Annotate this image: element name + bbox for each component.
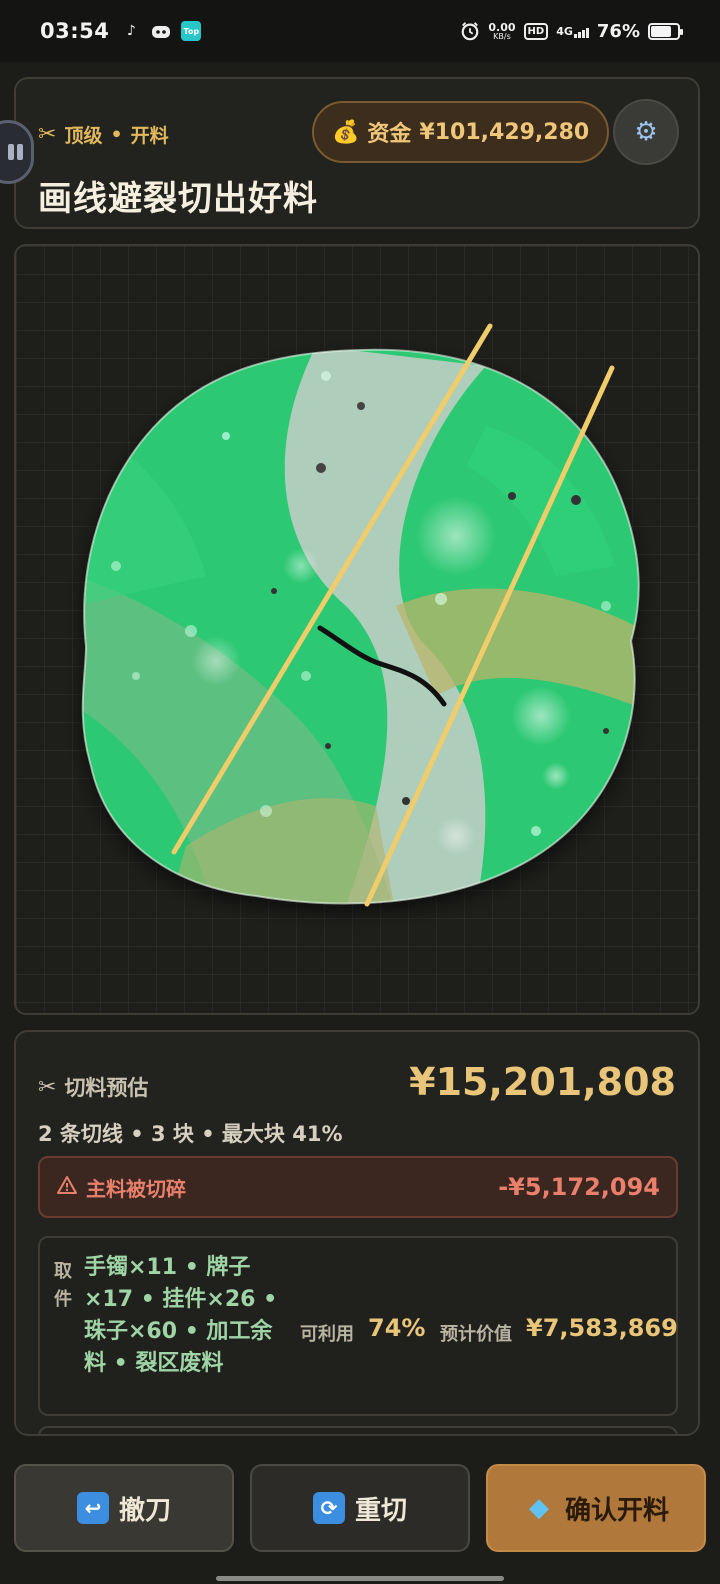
cutting-canvas[interactable] (14, 244, 700, 1015)
jade-stone-drawing (81, 323, 640, 907)
utilization-value: 74% (368, 1314, 426, 1342)
estimate-stats: 2 条切线 • 3 块 • 最大块 41% (38, 1122, 343, 1146)
undo-cut-button[interactable]: ↩ 撤刀 (14, 1464, 234, 1552)
game-controller-icon (151, 21, 171, 41)
level-label: 顶级 (64, 125, 103, 147)
cut-estimate-card: ✂ 切料预估 ¥15,201,808 2 条切线 • 3 块 • 最大块 41%… (14, 1030, 700, 1436)
battery-percent: 76% (596, 20, 640, 42)
scissors-icon: ✂ (38, 1074, 57, 1100)
status-bar: 03:54 ♪ Top 0.00 KB/s HD 4G 76% (0, 0, 720, 62)
warning-value: -¥5,172,094 (498, 1173, 660, 1201)
plan-items: 手镯×11 • 牌子×17 • 挂件×26 • 珠子×60 • 加工余料 • 裂… (84, 1255, 278, 1376)
battery-icon (648, 22, 683, 40)
signal-icon: 4G (556, 25, 589, 38)
money-bag-icon: 💰 (332, 119, 360, 145)
funds-value: ¥101,429,280 (419, 119, 590, 145)
refresh-icon: ⟳ (312, 1492, 345, 1524)
page-title: 画线避裂切出好料 (38, 179, 318, 219)
gear-icon: ⚙ (634, 117, 658, 147)
alarm-clock-icon (460, 21, 480, 41)
music-note-icon: ♪ (126, 23, 136, 39)
estimate-label: ✂ 切料预估 (38, 1074, 149, 1101)
plan-tag: 取件 (54, 1261, 72, 1310)
status-left-icons: ♪ Top (121, 21, 202, 41)
scissors-icon: ✂ (38, 122, 57, 147)
status-right-icons: 0.00 KB/s HD 4G 76% (460, 20, 683, 42)
network-speed: 0.00 KB/s (488, 20, 516, 41)
header-card: ✂ 顶级 • 开料 画线避裂切出好料 💰 资金 ¥101,429,280 ⚙ (14, 77, 700, 229)
recut-label: 重切 (354, 1495, 407, 1526)
gem-icon: ◆ (528, 1493, 549, 1523)
warning-label: 主料被切碎 (86, 1176, 186, 1201)
warning-banner: 主料被切碎 -¥5,172,094 (38, 1156, 678, 1218)
confirm-label: 确认开料 (564, 1495, 669, 1526)
estimate-value: ¥15,201,808 (409, 1060, 676, 1104)
undo-label: 撤刀 (118, 1495, 171, 1526)
settings-button[interactable]: ⚙ (613, 99, 679, 165)
plan-value-label: 预计价值 (440, 1324, 512, 1345)
funds-label: 资金 (367, 122, 412, 147)
recut-button[interactable]: ⟳ 重切 (250, 1464, 470, 1552)
undo-arrow-icon: ↩ (76, 1492, 109, 1524)
funds-badge: 💰 资金 ¥101,429,280 (312, 101, 610, 163)
plan-value: ¥7,583,869 (526, 1314, 678, 1342)
confirm-open-button[interactable]: ◆ 确认开料 (486, 1464, 706, 1552)
warning-triangle-icon (56, 1175, 78, 1200)
cut-plan-option[interactable]: 取件 手镯×11 • 牌子×17 • 挂件×26 • 珠子×60 • 加工余料 … (38, 1236, 678, 1416)
status-time: 03:54 (40, 19, 110, 43)
next-plan-option[interactable] (38, 1426, 678, 1434)
level-mode-line: ✂ 顶级 • 开料 (38, 121, 169, 148)
hd-badge: HD (523, 22, 549, 40)
top-app-icon: Top (181, 21, 202, 41)
level-separator: • (110, 123, 123, 146)
mode-label: 开料 (130, 125, 169, 147)
home-indicator[interactable] (216, 1576, 504, 1581)
utilization-label: 可利用 (300, 1324, 354, 1345)
